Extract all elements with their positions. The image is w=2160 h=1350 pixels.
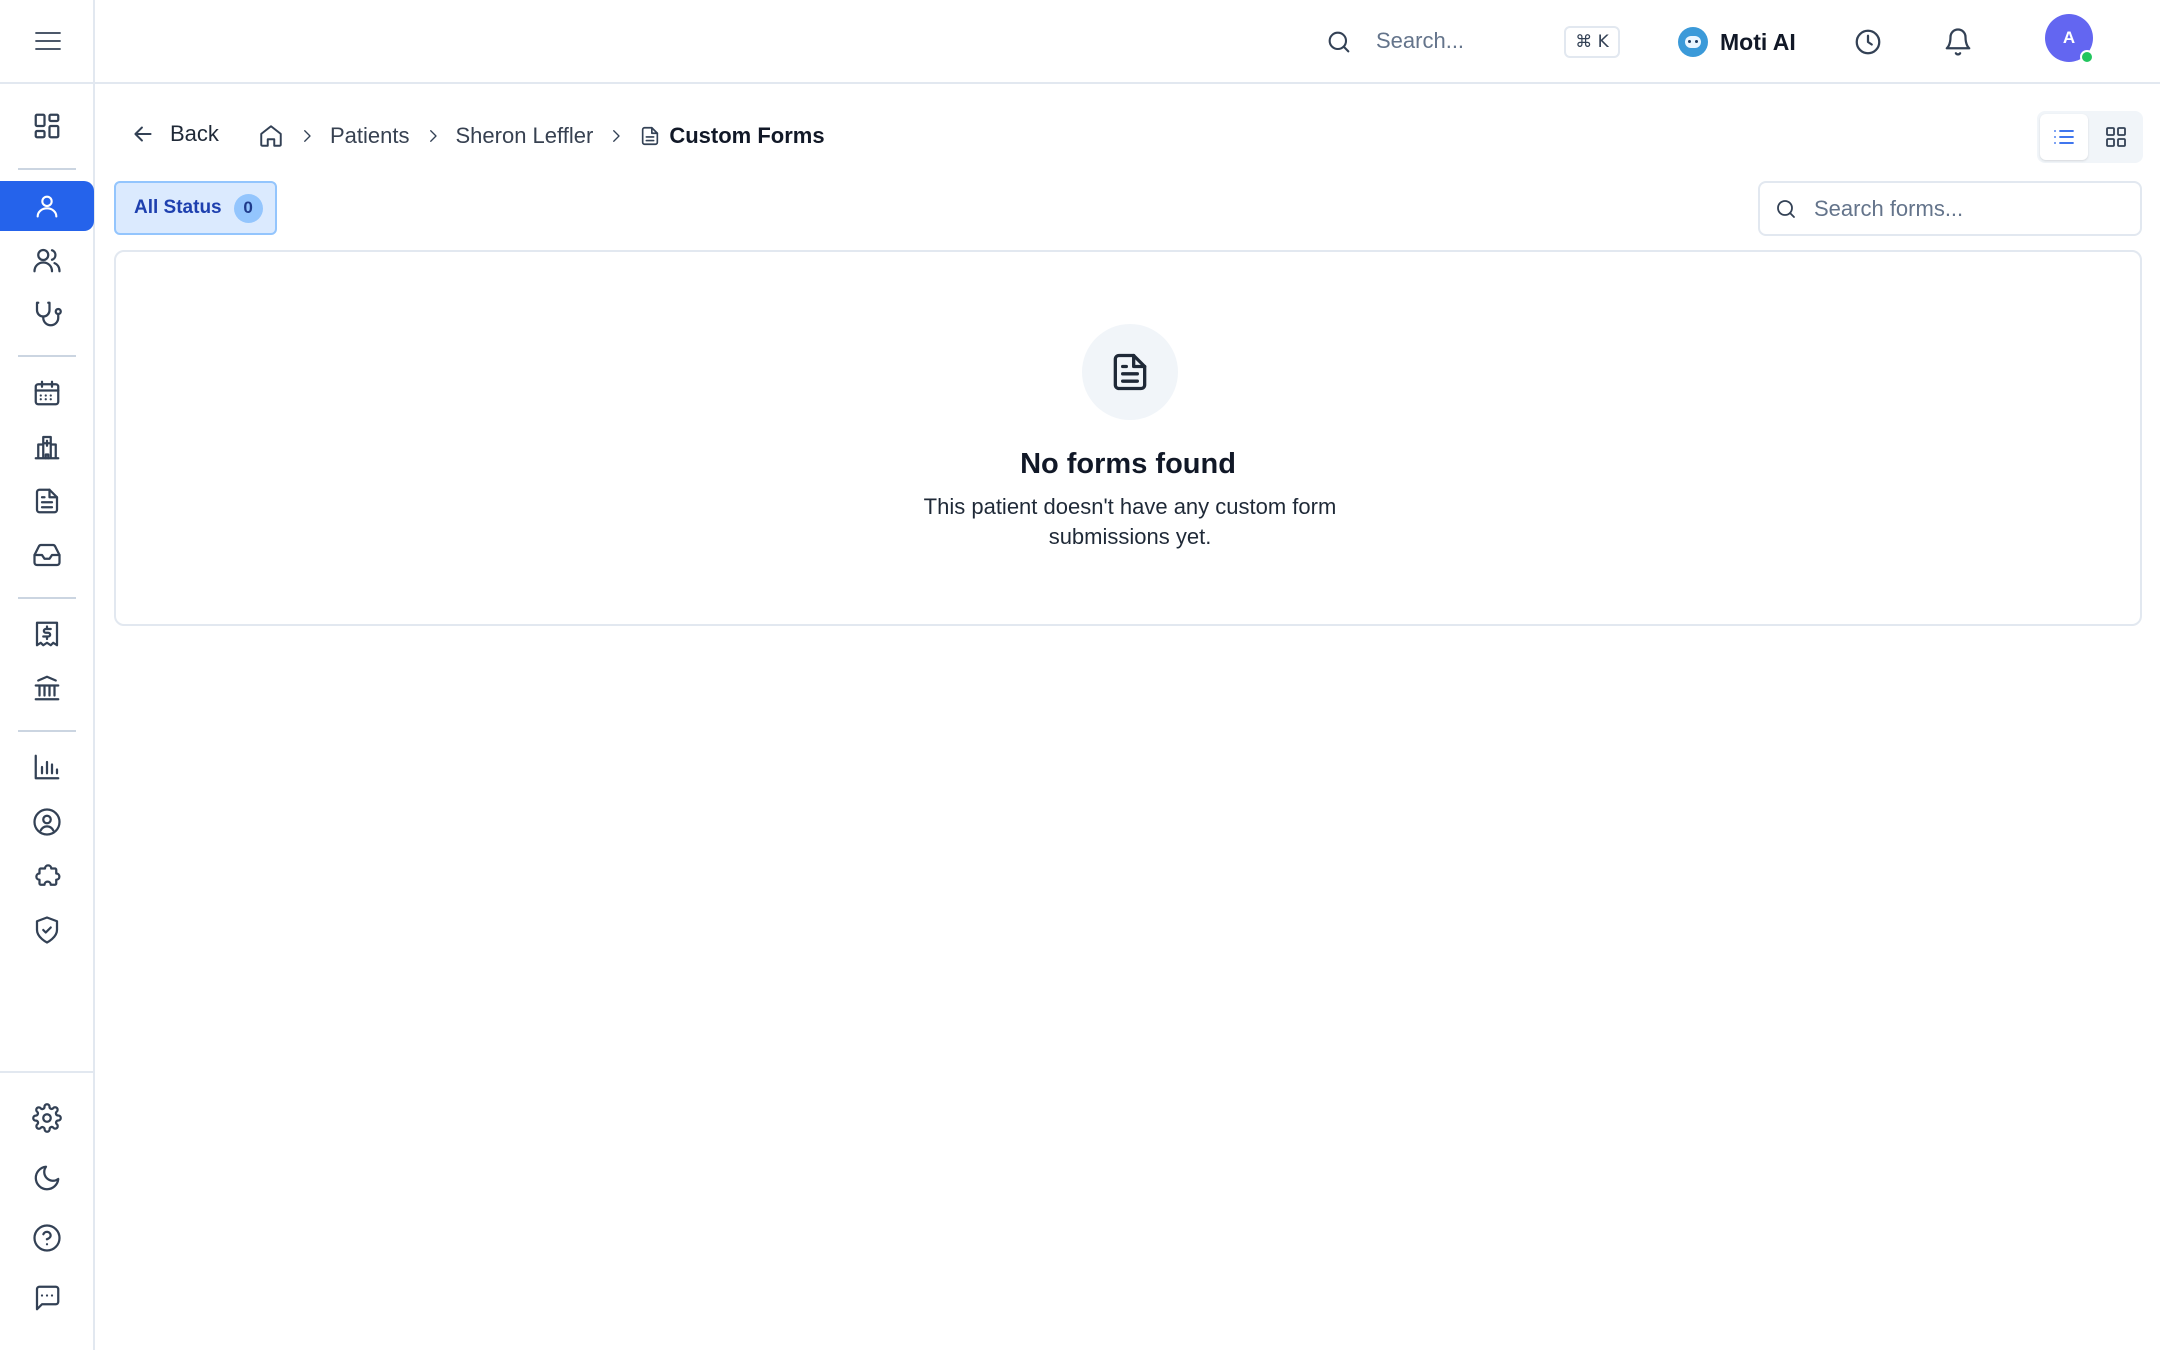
empty-state-description: This patient doesn't have any custom for… (923, 494, 1337, 549)
stethoscope-icon (35, 301, 62, 327)
sidebar-divider (18, 597, 76, 599)
calendar-icon (34, 380, 60, 406)
breadcrumb-home[interactable] (258, 123, 284, 149)
back-label: Back (170, 121, 219, 146)
global-search-input[interactable]: Search... (1376, 28, 1464, 54)
topbar: Search... ⌘ K Moti AI A (95, 0, 2160, 84)
hamburger-menu-icon (34, 32, 61, 50)
forms-search-input[interactable] (1814, 195, 2114, 222)
grid-icon (2106, 127, 2126, 147)
sidebar-item-help[interactable] (0, 1213, 94, 1263)
status-filter-label: All Status (134, 197, 222, 218)
breadcrumb-patients[interactable]: Patients (330, 123, 410, 149)
search-icon (1777, 199, 1795, 218)
notifications-button[interactable] (1940, 24, 1976, 60)
sidebar-header (0, 0, 95, 84)
sidebar-item-facilities[interactable] (0, 422, 94, 472)
sidebar-item-dashboard[interactable] (0, 101, 94, 151)
sidebar-item-settings[interactable] (0, 1093, 94, 1143)
chevron-right-icon (298, 126, 316, 146)
status-count-badge: 0 (233, 193, 263, 223)
moon-icon (34, 1165, 60, 1191)
user-circle-icon (33, 808, 61, 836)
breadcrumb-patient-name[interactable]: Sheron Leffler (456, 123, 594, 149)
sidebar-item-feedback[interactable] (0, 1273, 94, 1323)
chevron-right-icon (424, 126, 442, 146)
menu-toggle-button[interactable] (33, 29, 63, 53)
bar-chart-icon (34, 754, 60, 780)
document-icon (35, 488, 59, 514)
shield-check-icon (35, 916, 59, 944)
help-circle-icon (33, 1224, 61, 1252)
puzzle-icon (35, 864, 61, 886)
sidebar-divider (18, 730, 76, 732)
sidebar-item-billing[interactable] (0, 609, 94, 659)
bell-icon (1945, 28, 1971, 56)
bank-icon (34, 675, 60, 701)
sidebar-item-patients[interactable] (0, 181, 94, 231)
arrow-left-icon (134, 126, 152, 142)
view-toggle (2037, 111, 2143, 163)
message-icon (35, 1285, 60, 1311)
document-icon (642, 126, 659, 146)
forms-empty-state: No forms found This patient doesn't have… (114, 250, 2142, 626)
receipt-dollar-icon (35, 621, 59, 647)
sidebar-divider (18, 355, 76, 357)
sidebar-item-security[interactable] (0, 905, 94, 955)
moti-ai-button[interactable]: Moti AI (1678, 22, 1796, 62)
search-icon (1328, 31, 1350, 53)
user-icon (36, 195, 58, 218)
list-view-button[interactable] (2040, 114, 2088, 160)
sidebar-item-reports[interactable] (0, 742, 94, 792)
sidebar-item-documents[interactable] (0, 476, 94, 526)
online-status-indicator (2080, 50, 2094, 64)
sidebar-item-theme[interactable] (0, 1153, 94, 1203)
empty-state-icon-container (1082, 324, 1178, 420)
sidebar-item-account[interactable] (0, 797, 94, 847)
list-icon (2054, 130, 2074, 144)
sidebar (0, 0, 95, 1350)
chevron-right-icon (607, 126, 625, 146)
breadcrumb: Patients Sheron Leffler Custom Forms (258, 120, 825, 152)
sidebar-item-inbox[interactable] (0, 530, 94, 580)
gear-icon (32, 1103, 62, 1133)
breadcrumb-current: Custom Forms (639, 123, 825, 149)
status-filter-chip[interactable]: All Status 0 (114, 181, 277, 235)
sidebar-item-users[interactable] (0, 235, 94, 285)
inbox-icon (33, 543, 61, 567)
sidebar-divider (0, 1071, 95, 1073)
search-shortcut-badge: ⌘ K (1564, 26, 1620, 58)
grid-view-button[interactable] (2092, 114, 2140, 160)
sidebar-divider (18, 168, 76, 170)
document-icon (1113, 353, 1147, 391)
back-button[interactable]: Back (130, 121, 219, 147)
breadcrumb-current-label: Custom Forms (669, 123, 825, 148)
moti-ai-label: Moti AI (1720, 28, 1796, 55)
hospital-icon (34, 435, 60, 460)
forms-search-box (1758, 181, 2142, 236)
grid-icon (34, 113, 60, 139)
home-icon (260, 125, 282, 147)
moti-ai-logo-icon (1678, 27, 1708, 57)
clock-icon (1855, 29, 1881, 55)
users-icon (33, 248, 61, 273)
global-search-button[interactable] (1325, 28, 1353, 56)
history-button[interactable] (1850, 24, 1886, 60)
sidebar-item-integrations[interactable] (0, 851, 94, 901)
sidebar-item-clinical[interactable] (0, 289, 94, 339)
sidebar-item-calendar[interactable] (0, 368, 94, 418)
empty-state-title: No forms found (1020, 448, 1236, 480)
sidebar-item-insurance[interactable] (0, 663, 94, 713)
